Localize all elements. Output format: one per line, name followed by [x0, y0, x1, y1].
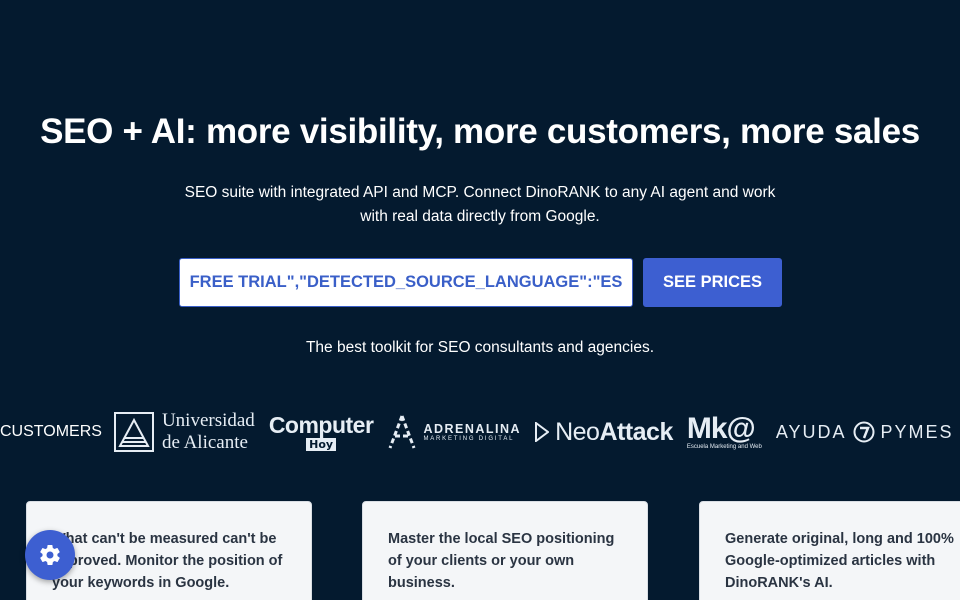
logo-ayuda-pymes: AYUDA PYMES [776, 421, 954, 443]
ua-emblem-icon [113, 412, 154, 452]
logo-mk-escuela: Mk@ Escuela Marketing and Web [686, 412, 762, 451]
mk-text: Mk@ [686, 412, 756, 445]
hero-title: SEO + AI: more visibility, more customer… [40, 112, 920, 151]
feature-card-text: Generate original, long and 100% Google-… [725, 531, 954, 591]
free-trial-button[interactable]: FREE TRIAL","DETECTED_SOURCE_LANGUAGE":"… [179, 258, 633, 307]
pymes-text: PYMES [880, 421, 954, 442]
logo-adrenalina: ADRENALINA MARKETING DIGITAL [387, 412, 521, 452]
feature-card-local-seo[interactable]: Master the local SEO positioning of your… [362, 501, 648, 600]
neoattack-icon [535, 422, 550, 442]
logo-computer-hoy: Computer Hoy [268, 411, 374, 451]
ayuda-pymes-icon [853, 421, 874, 443]
adrenalina-text: ADRENALINA [423, 422, 522, 436]
customers-label: CUSTOMERS [0, 423, 102, 440]
neo-text: Neo [555, 417, 600, 446]
ua-line-1: Universidad [161, 410, 255, 431]
computer-text: Computer [268, 411, 374, 438]
attack-text: Attack [599, 417, 673, 446]
ayuda-text: AYUDA [775, 421, 847, 442]
logo-universidad-alicante: Universidad de Alicante [113, 410, 255, 454]
gear-icon [40, 545, 60, 566]
cta-row: FREE TRIAL","DETECTED_SOURCE_LANGUAGE":"… [179, 258, 782, 307]
adrenalina-sub-text: MARKETING DIGITAL [423, 436, 515, 442]
mk-sub-text: Escuela Marketing and Web [686, 444, 762, 450]
settings-button[interactable] [25, 530, 75, 580]
computer-sub-text: Hoy [306, 437, 337, 451]
logo-neoattack: NeoAttack [535, 418, 673, 447]
feature-card-ai-articles[interactable]: Generate original, long and 100% Google-… [699, 501, 960, 600]
feature-card-text: Master the local SEO positioning of your… [388, 531, 615, 591]
hero-subtitle: SEO suite with integrated API and MCP. C… [184, 184, 776, 225]
adrenalina-icon [389, 415, 416, 449]
ua-line-2: de Alicante [161, 432, 248, 453]
feature-card-text: What can't be measured can't be improved… [52, 531, 283, 591]
see-prices-button[interactable]: SEE PRICES [643, 258, 782, 307]
tagline: The best toolkit for SEO consultants and… [305, 339, 655, 356]
customers-logo-strip: CUSTOMERS Universidad de Alicante Comput… [0, 408, 960, 456]
